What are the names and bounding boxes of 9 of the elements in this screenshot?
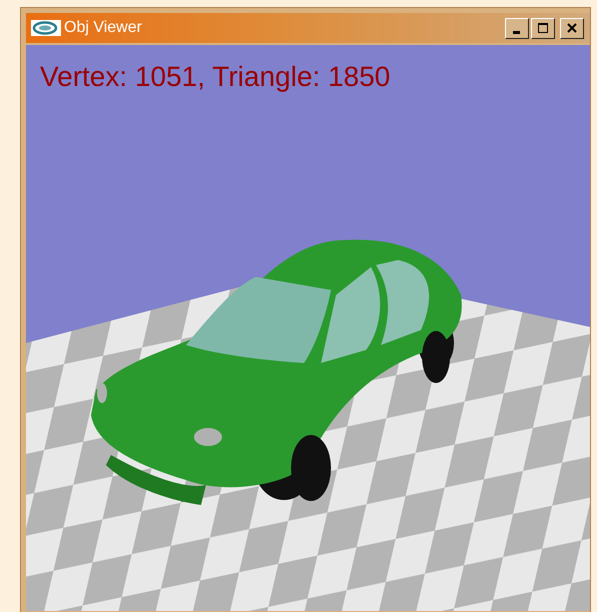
minimize-icon bbox=[512, 31, 520, 34]
window-title: Obj Viewer bbox=[64, 19, 143, 37]
close-icon bbox=[566, 22, 578, 34]
app-logo-icon bbox=[31, 20, 61, 36]
stats-overlay-text: Vertex: 1051, Triangle: 1850 bbox=[40, 61, 390, 93]
minimize-button[interactable] bbox=[505, 18, 529, 38]
maximize-button[interactable] bbox=[531, 18, 555, 38]
maximize-icon bbox=[537, 22, 549, 34]
close-button[interactable] bbox=[560, 18, 584, 38]
